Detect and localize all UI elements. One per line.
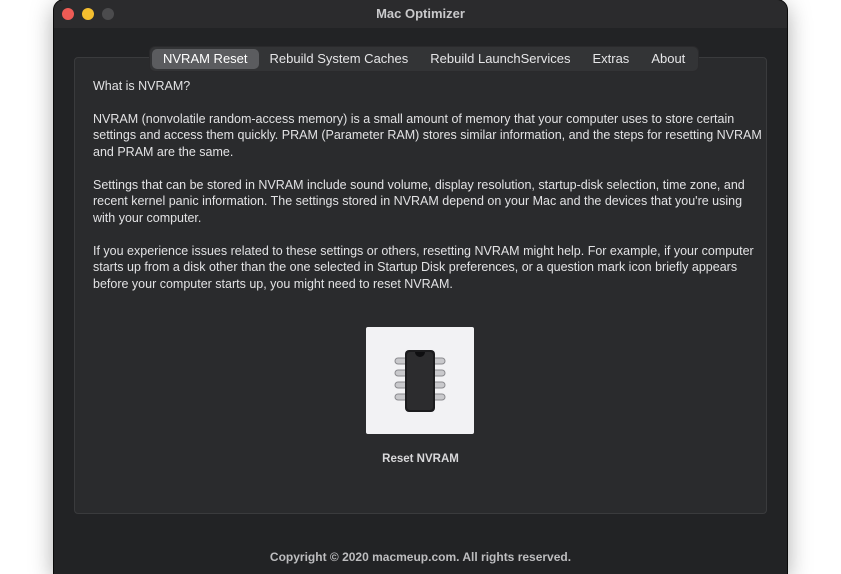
app-window: Mac Optimizer NVRAM Reset Rebuild System… bbox=[54, 0, 787, 574]
paragraph-when-to-reset: If you experience issues related to thes… bbox=[93, 243, 754, 291]
paragraph-stored-settings: Settings that can be stored in NVRAM inc… bbox=[93, 177, 745, 225]
tab-rebuild-launchservices[interactable]: Rebuild LaunchServices bbox=[419, 49, 581, 69]
reset-nvram-label: Reset NVRAM bbox=[382, 453, 459, 465]
tab-about[interactable]: About bbox=[640, 49, 696, 69]
tab-extras[interactable]: Extras bbox=[581, 49, 640, 69]
title-bar: Mac Optimizer bbox=[54, 0, 787, 28]
copyright-footer: Copyright © 2020 macmeup.com. All rights… bbox=[269, 550, 572, 564]
tab-bar: NVRAM Reset Rebuild System Caches Rebuil… bbox=[149, 46, 700, 72]
tab-nvram-reset[interactable]: NVRAM Reset bbox=[152, 49, 259, 69]
nvram-description: What is NVRAM? NVRAM (nonvolatile random… bbox=[93, 78, 763, 309]
window-title: Mac Optimizer bbox=[376, 6, 465, 21]
tab-rebuild-system-caches[interactable]: Rebuild System Caches bbox=[259, 49, 420, 69]
reset-nvram-button[interactable] bbox=[366, 327, 474, 434]
memory-chip-icon bbox=[394, 349, 446, 412]
section-heading: What is NVRAM? bbox=[93, 79, 191, 93]
paragraph-what-is-nvram: NVRAM (nonvolatile random-access memory)… bbox=[93, 111, 762, 159]
